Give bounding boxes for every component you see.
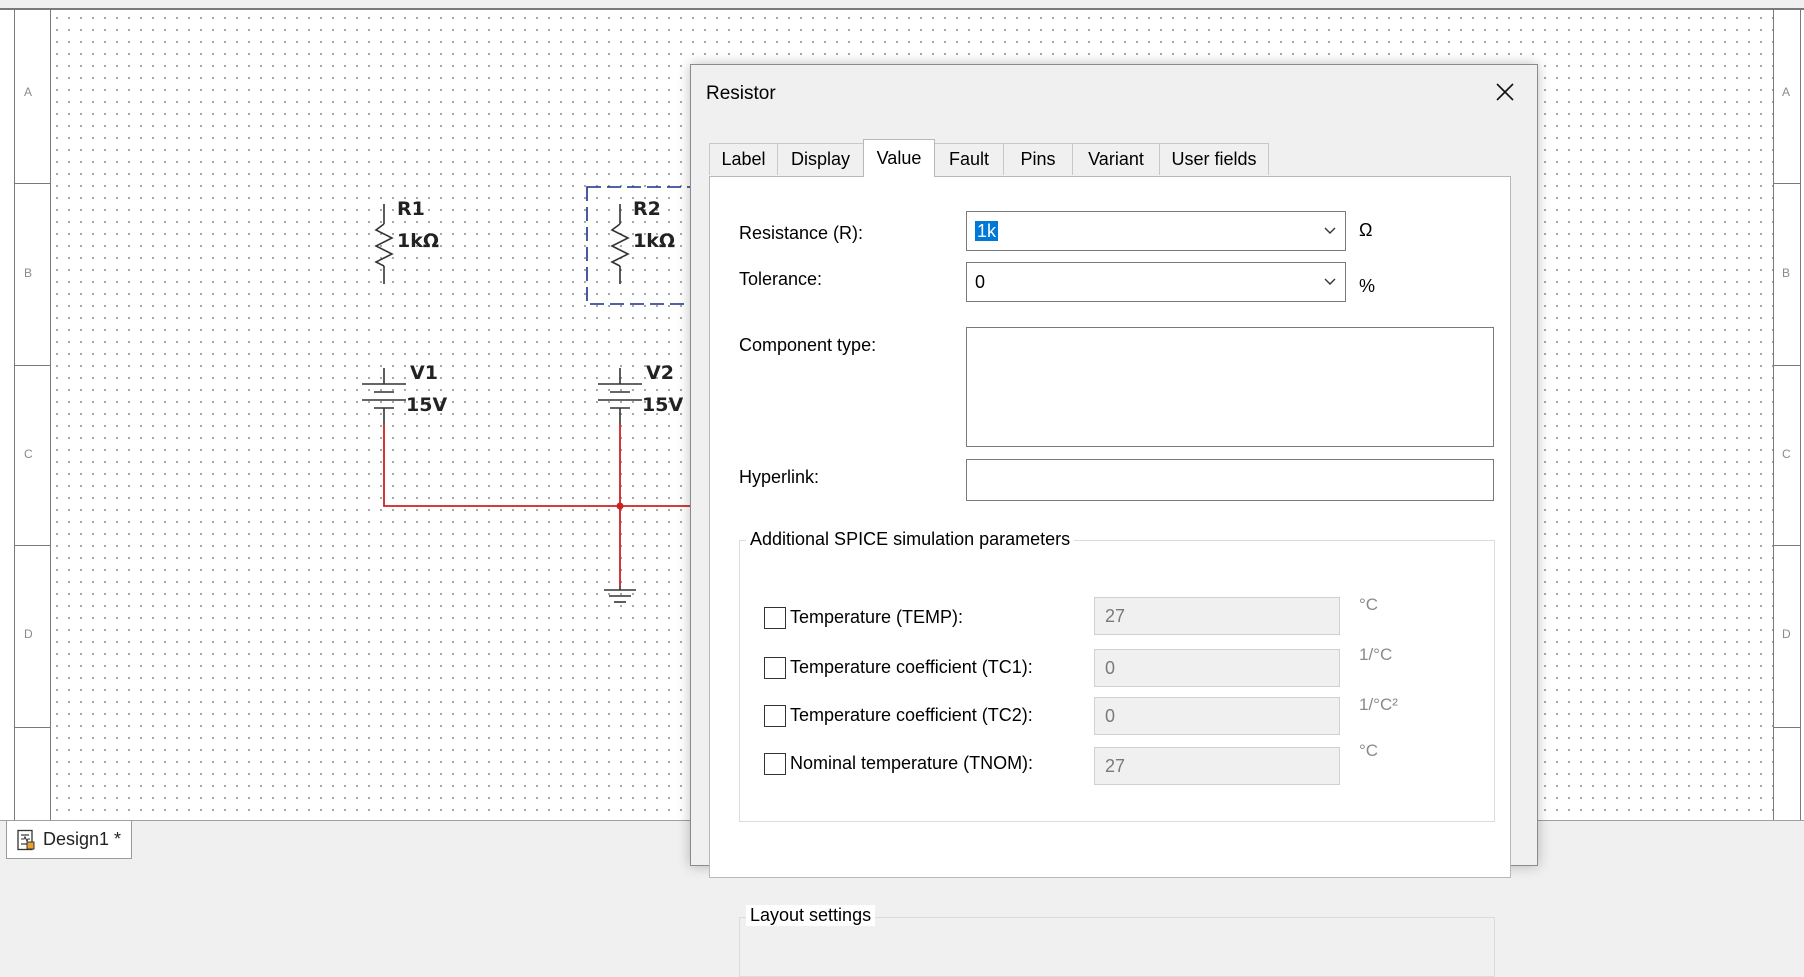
- close-icon: [1496, 83, 1514, 101]
- hyperlink-label: Hyperlink:: [739, 467, 820, 487]
- resistor-r1[interactable]: [374, 204, 394, 284]
- close-button[interactable]: [1487, 75, 1523, 109]
- tc2-label: Temperature coefficient (TC2):: [790, 705, 1033, 725]
- value-tab-panel: Resistance (R): 1k Ω Tolerance: 0 % Comp…: [709, 176, 1511, 977]
- temp-label: Temperature (TEMP):: [790, 607, 964, 627]
- tolerance-unit: %: [1359, 276, 1376, 296]
- resistance-combobox[interactable]: 1k: [966, 211, 1346, 251]
- battery-v2[interactable]: [598, 368, 642, 424]
- tc1-field[interactable]: 0: [1094, 649, 1340, 687]
- tolerance-label: Tolerance:: [739, 269, 823, 289]
- layout-settings-group: [739, 917, 1495, 977]
- component-ref-label: R1: [397, 198, 425, 220]
- component-value-label: 15V: [642, 394, 684, 416]
- chevron-down-icon: [1324, 227, 1336, 234]
- component-type-label: Component type:: [739, 335, 877, 355]
- tab-fault[interactable]: Fault: [934, 143, 1004, 175]
- junction-dot: [616, 502, 624, 510]
- resistance-unit: Ω: [1359, 220, 1373, 240]
- tab-value[interactable]: Value: [863, 139, 935, 177]
- hyperlink-field[interactable]: [966, 459, 1494, 501]
- dropdown-button[interactable]: [1315, 226, 1345, 236]
- tc1-unit: 1/°C: [1359, 645, 1393, 664]
- component-value-label: 1kΩ: [397, 230, 440, 252]
- tab-design1[interactable]: Design1 *: [6, 821, 133, 859]
- tab-pins[interactable]: Pins: [1003, 143, 1073, 175]
- resistor-dialog: Resistor Label Display Value Fault Pins …: [690, 64, 1538, 977]
- group-title: Additional SPICE simulation parameters: [746, 529, 1075, 550]
- resistance-value: 1k: [975, 220, 999, 241]
- tolerance-combobox[interactable]: 0: [966, 262, 1346, 302]
- temp-field[interactable]: 27: [1094, 597, 1340, 635]
- component-ref-label: V2: [646, 362, 674, 384]
- wire-net[interactable]: [383, 424, 700, 586]
- component-ref-label: V1: [410, 362, 438, 384]
- resistance-label: Resistance (R):: [739, 223, 864, 243]
- checkbox-tc2[interactable]: [764, 705, 786, 727]
- tc2-field[interactable]: 0: [1094, 697, 1340, 735]
- checkbox-tnom[interactable]: [764, 753, 786, 775]
- checkbox-tc1[interactable]: [764, 657, 786, 679]
- tolerance-value: 0: [975, 271, 986, 292]
- checkbox-temp[interactable]: [764, 607, 786, 629]
- component-value-label: 1kΩ: [633, 230, 676, 252]
- tnom-field[interactable]: 27: [1094, 747, 1340, 785]
- resistor-r2[interactable]: [610, 204, 630, 284]
- tc1-label: Temperature coefficient (TC1):: [790, 657, 1033, 677]
- battery-v1[interactable]: [362, 368, 406, 424]
- dropdown-button[interactable]: [1315, 277, 1345, 287]
- group-title: Layout settings: [746, 905, 876, 926]
- tnom-unit: °C: [1359, 741, 1379, 760]
- schematic-document-icon: [17, 829, 35, 850]
- tnom-label: Nominal temperature (TNOM):: [790, 753, 1034, 773]
- component-ref-label: R2: [633, 198, 661, 220]
- tab-user-fields[interactable]: User fields: [1159, 143, 1269, 175]
- dialog-title: Resistor: [706, 83, 776, 104]
- tab-label: Design1 *: [43, 829, 122, 849]
- ground-symbol[interactable]: [604, 586, 636, 603]
- tab-label[interactable]: Label: [709, 143, 778, 175]
- temp-unit: °C: [1359, 595, 1379, 614]
- tc2-unit: 1/°C²: [1359, 695, 1398, 714]
- tab-variant[interactable]: Variant: [1072, 143, 1160, 175]
- chevron-down-icon: [1324, 278, 1336, 285]
- component-type-field[interactable]: [966, 327, 1494, 447]
- tab-display[interactable]: Display: [777, 143, 864, 175]
- component-value-label: 15V: [406, 394, 448, 416]
